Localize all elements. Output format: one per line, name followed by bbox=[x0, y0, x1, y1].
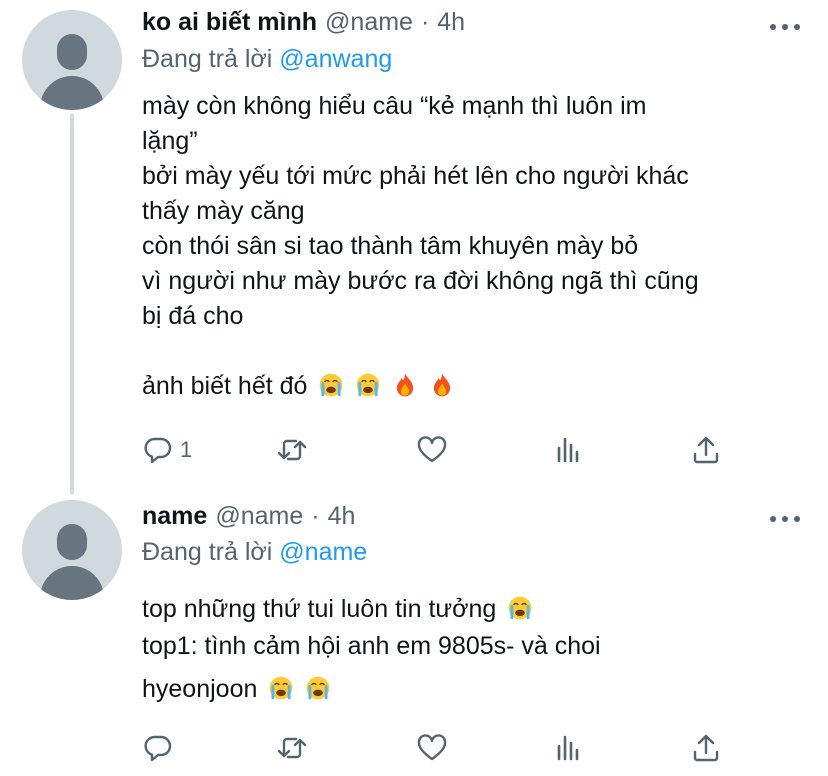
display-name[interactable]: ko ai biết mình bbox=[142, 8, 317, 37]
replying-mention[interactable]: @anwang bbox=[279, 45, 392, 73]
text-line-with-emoji: hyeonjoon bbox=[142, 672, 802, 707]
retweet-button[interactable] bbox=[276, 430, 314, 470]
views-button[interactable] bbox=[552, 728, 584, 768]
views-icon bbox=[557, 437, 579, 463]
text-line: top những thứ tui luôn tin tưởng bbox=[142, 595, 497, 623]
text-line: bị đá cho bbox=[142, 302, 244, 330]
reply-icon bbox=[144, 437, 172, 464]
reply-count: 1 bbox=[180, 437, 193, 462]
replying-prefix: Đang trả lời bbox=[142, 45, 273, 73]
like-button[interactable] bbox=[416, 728, 454, 768]
tweet-header: name @name · 4h bbox=[142, 502, 355, 538]
text-line: còn thói sân si tao thành tâm khuyên mày… bbox=[142, 232, 639, 260]
display-name[interactable]: name bbox=[142, 502, 207, 531]
avatar-head-shape bbox=[57, 524, 87, 560]
text-line: mày còn không hiểu câu “kẻ mạnh thì luôn… bbox=[142, 92, 647, 120]
retweet-button[interactable] bbox=[276, 728, 314, 768]
user-handle[interactable]: @name bbox=[325, 8, 413, 37]
reply-icon bbox=[144, 735, 172, 762]
separator-dot: · bbox=[311, 502, 320, 530]
tweet-text: mày còn không hiểu câu “kẻ mạnh thì luôn… bbox=[142, 89, 802, 404]
share-button[interactable] bbox=[690, 728, 722, 768]
text-line: hyeonjoon bbox=[142, 675, 258, 703]
tweet[interactable]: ko ai biết mình @name · 4h Đang trả lời … bbox=[0, 0, 828, 496]
separator-dot: · bbox=[420, 8, 430, 36]
user-handle[interactable]: @name bbox=[215, 502, 303, 531]
fire-icon bbox=[429, 372, 455, 398]
heart-icon bbox=[417, 734, 447, 761]
more-icon[interactable] bbox=[770, 514, 800, 524]
replying-to: Đang trả lời @name bbox=[142, 538, 367, 567]
views-button[interactable] bbox=[552, 430, 584, 470]
retweet-icon bbox=[277, 737, 307, 759]
heart-icon bbox=[417, 436, 447, 463]
replying-to: Đang trả lời @anwang bbox=[142, 45, 392, 74]
tweet-header: ko ai biết mình @name · 4h bbox=[142, 8, 465, 44]
text-line-with-emoji: ảnh biết hết đó bbox=[142, 369, 802, 404]
text-line: vì người như mày bước ra đời không ngã t… bbox=[142, 267, 699, 295]
loudly-crying-face-icon bbox=[268, 675, 294, 701]
loudly-crying-face-icon bbox=[305, 675, 331, 701]
reply-button[interactable] bbox=[142, 728, 180, 768]
share-button[interactable] bbox=[690, 430, 722, 470]
text-line: bởi mày yếu tới mức phải hét lên cho ngư… bbox=[142, 162, 689, 190]
views-icon bbox=[557, 735, 579, 761]
replying-mention[interactable]: @name bbox=[279, 538, 367, 566]
share-icon bbox=[693, 734, 719, 762]
text-line: top1: tình cảm hội anh em 9805s- và choi bbox=[142, 632, 601, 660]
text-line: thấy mày căng bbox=[142, 197, 305, 225]
avatar-body-shape bbox=[40, 76, 104, 110]
share-icon bbox=[693, 436, 719, 464]
tweet-text: top những thứ tui luôn tin tưởng top1: t… bbox=[142, 592, 802, 707]
avatar[interactable] bbox=[22, 500, 122, 600]
text-line-with-emoji: top những thứ tui luôn tin tưởng bbox=[142, 592, 802, 627]
avatar[interactable] bbox=[22, 10, 122, 110]
text-line: lặng” bbox=[142, 127, 198, 155]
tweet-actions bbox=[142, 728, 732, 768]
replying-prefix: Đang trả lời bbox=[142, 538, 273, 566]
more-icon[interactable] bbox=[770, 22, 800, 32]
timestamp[interactable]: 4h bbox=[437, 8, 465, 37]
loudly-crying-face-icon bbox=[355, 372, 381, 398]
like-button[interactable] bbox=[416, 430, 454, 470]
avatar-body-shape bbox=[40, 566, 104, 600]
loudly-crying-face-icon bbox=[507, 595, 533, 621]
avatar-head-shape bbox=[57, 34, 87, 70]
retweet-icon bbox=[277, 439, 307, 461]
loudly-crying-face-icon bbox=[318, 372, 344, 398]
reply-button[interactable]: 1 bbox=[142, 430, 192, 470]
text-line: ảnh biết hết đó bbox=[142, 372, 308, 400]
fire-icon bbox=[392, 372, 418, 398]
timestamp[interactable]: 4h bbox=[328, 502, 356, 531]
tweet[interactable]: name @name · 4h Đang trả lời @name top n… bbox=[0, 496, 828, 776]
tweet-actions: 1 bbox=[142, 430, 732, 470]
thread-line bbox=[70, 114, 74, 494]
